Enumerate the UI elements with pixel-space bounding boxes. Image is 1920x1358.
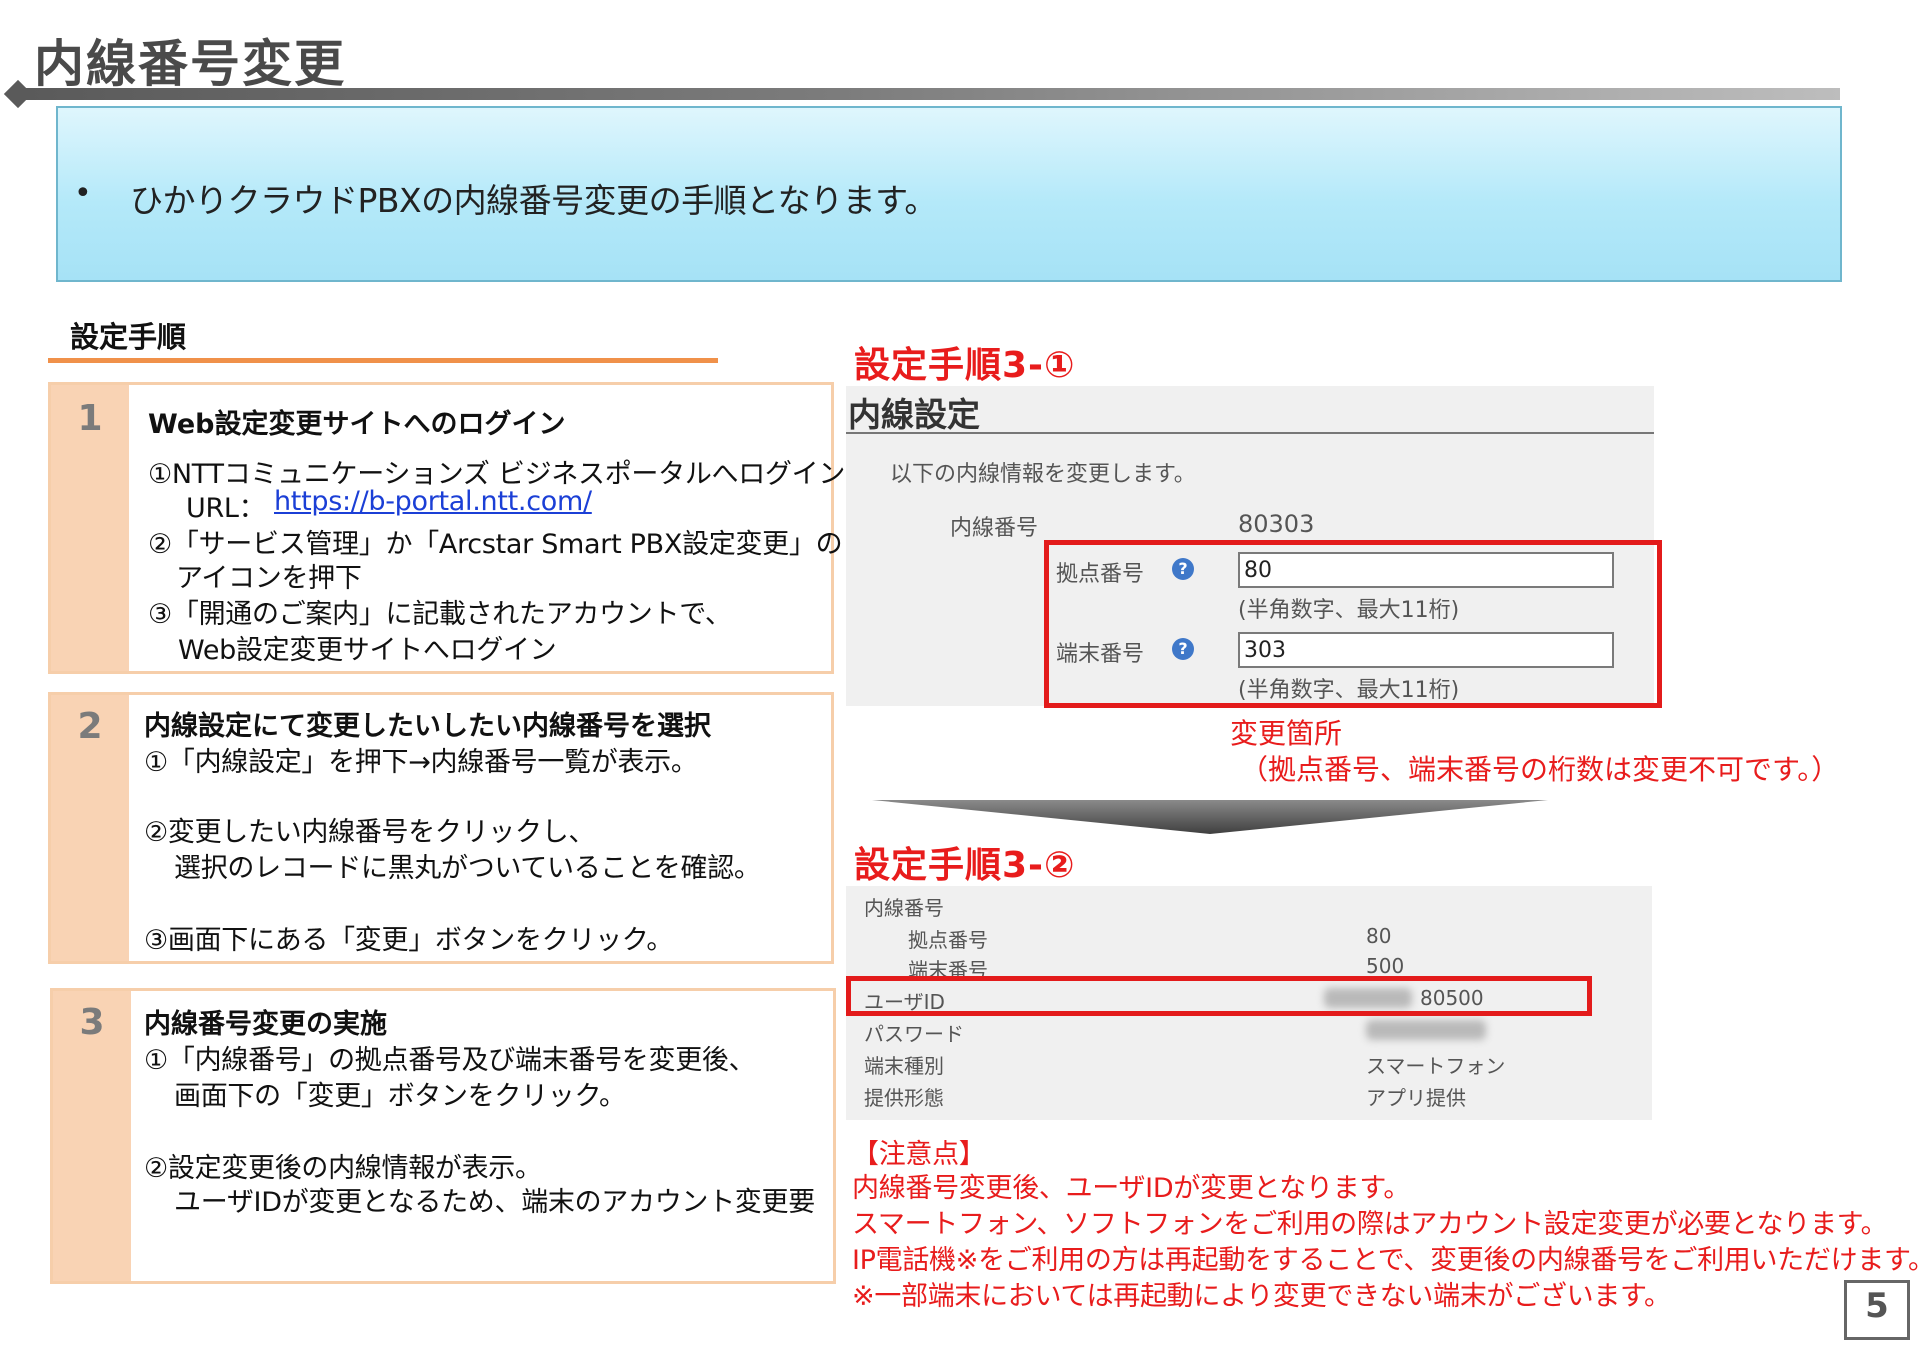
user-id-highlight-box <box>846 976 1592 1016</box>
terminal-number-value: 500 <box>1366 954 1405 978</box>
step-line: ①「内線番号」の拠点番号及び端末番号を変更後、 <box>144 1045 756 1076</box>
redacted-password <box>1366 1020 1486 1040</box>
change-note: （拠点番号、端末番号の桁数は変更不可です。） <box>1240 753 1840 786</box>
note-line: ※一部端末においては再起動により変更できない端末がございます。 <box>852 1281 1671 1312</box>
change-highlight-box <box>1044 540 1662 708</box>
page-number: 5 <box>1865 1286 1889 1326</box>
note-line: スマートフォン、ソフトフォンをご利用の際はアカウント設定変更が必要となります。 <box>852 1209 1888 1240</box>
down-arrow-icon <box>872 800 1548 834</box>
provision-value: アプリ提供 <box>1366 1086 1466 1110</box>
step-title: 内線番号変更の実施 <box>144 1009 387 1040</box>
step-line: 画面下の「変更」ボタンをクリック。 <box>174 1081 626 1112</box>
title-underline-bar <box>22 88 1840 100</box>
screen-description: 以下の内線情報を変更します。 <box>890 462 1196 487</box>
step-number: 1 <box>77 398 103 439</box>
note-line: IP電話機※をご利用の方は再起動をすることで、変更後の内線番号をご利用いただけま… <box>852 1245 1920 1276</box>
step-number: 3 <box>79 1002 105 1043</box>
intro-text: ひかりクラウドPBXの内線番号変更の手順となります。 <box>130 181 937 220</box>
url-label: URL： <box>186 493 266 524</box>
procedure-heading: 設定手順 <box>70 320 187 354</box>
provision-label: 提供形態 <box>864 1086 944 1110</box>
step3-2-heading: 設定手順3-② <box>854 845 1076 886</box>
intro-bullet: • <box>74 176 92 211</box>
site-number-label: 拠点番号 <box>908 928 988 952</box>
site-number-value: 80 <box>1366 924 1392 948</box>
step3-1-heading: 設定手順3-① <box>854 345 1076 386</box>
password-label: パスワード <box>864 1022 964 1046</box>
change-label: 変更箇所 <box>1230 717 1343 750</box>
step-line: ①「内線設定」を押下→内線番号一覧が表示。 <box>144 747 698 778</box>
step-line: アイコンを押下 <box>176 563 362 594</box>
ext-number-label: 内線番号 <box>950 516 1039 541</box>
step-line: Web設定変更サイトへログイン <box>178 635 557 666</box>
step-line: ③画面下にある「変更」ボタンをクリック。 <box>144 925 674 956</box>
step-title: Web設定変更サイトへのログイン <box>148 409 566 440</box>
terminal-type-value: スマートフォン <box>1366 1054 1506 1078</box>
screen-title-rule <box>846 432 1654 434</box>
ext-number-value: 80303 <box>1238 510 1315 538</box>
note-line: 内線番号変更後、ユーザIDが変更となります。 <box>852 1173 1411 1204</box>
procedure-heading-underline <box>48 358 718 363</box>
step-title: 内線設定にて変更したいしたい内線番号を選択 <box>144 711 711 742</box>
portal-link[interactable]: https://b-portal.ntt.com/ <box>274 486 592 517</box>
ext-number-label: 内線番号 <box>864 896 944 920</box>
terminal-type-label: 端末種別 <box>864 1054 944 1078</box>
step-line: ③「開通のご案内」に記載されたアカウントで、 <box>148 599 732 630</box>
step-line: 選択のレコードに黒丸がついていることを確認。 <box>174 853 761 884</box>
step-line: ユーザIDが変更となるため、端末のアカウント変更要 <box>174 1187 815 1218</box>
step-line: ②変更したい内線番号をクリックし、 <box>144 817 596 848</box>
step-number: 2 <box>77 706 103 747</box>
screen-title: 内線設定 <box>848 395 980 434</box>
page-title: 内線番号変更 <box>34 35 346 93</box>
